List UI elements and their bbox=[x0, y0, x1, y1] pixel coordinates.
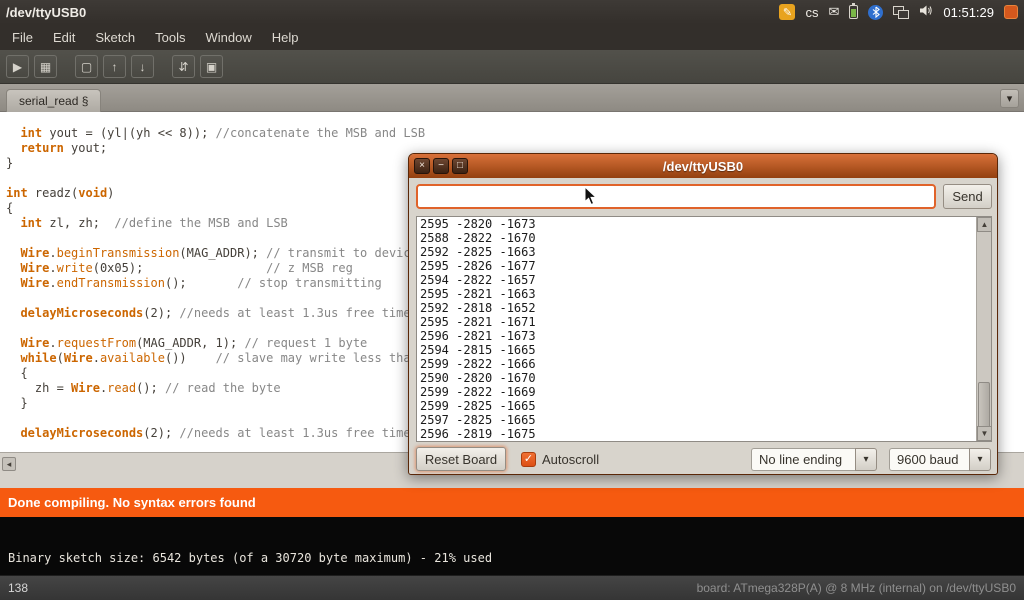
keyboard-layout-indicator[interactable]: cs bbox=[805, 5, 818, 20]
chevron-down-icon[interactable]: ▾ bbox=[855, 448, 877, 471]
menu-file[interactable]: File bbox=[2, 26, 43, 49]
console-text: Binary sketch size: 6542 bytes (of a 307… bbox=[8, 551, 492, 565]
line-ending-value[interactable]: No line ending bbox=[751, 448, 855, 471]
hscroll-left-button[interactable]: ◂ bbox=[2, 457, 16, 471]
build-console: Binary sketch size: 6542 bytes (of a 307… bbox=[0, 517, 1024, 575]
serial-output-line: 2599 -2822 -1669 bbox=[417, 385, 991, 399]
tab-label: serial_read § bbox=[19, 94, 88, 108]
screen: /dev/ttyUSB0 ✎ cs ✉ 01:51:29 FileEditSke… bbox=[0, 0, 1024, 600]
tab-bar: serial_read § ▾ bbox=[0, 84, 1024, 112]
send-button-label: Send bbox=[952, 189, 982, 204]
serial-output-line: 2599 -2822 -1666 bbox=[417, 357, 991, 371]
open-sketch-button[interactable]: ↑ bbox=[103, 55, 126, 78]
serial-output-line: 2588 -2822 -1670 bbox=[417, 231, 991, 245]
clock[interactable]: 01:51:29 bbox=[943, 5, 994, 20]
serial-output-line: 2595 -2820 -1673 bbox=[417, 217, 991, 231]
save-sketch-button[interactable]: ↓ bbox=[131, 55, 154, 78]
bluetooth-icon[interactable] bbox=[868, 5, 883, 20]
close-icon[interactable]: × bbox=[414, 158, 430, 174]
serial-monitor-window: × − □ /dev/ttyUSB0 Send 2595 -2820 -1673… bbox=[408, 153, 998, 475]
line-number-indicator: 138 bbox=[8, 581, 28, 595]
serial-output-line: 2592 -2825 -1663 bbox=[417, 245, 991, 259]
serial-output-line: 2599 -2825 -1665 bbox=[417, 399, 991, 413]
mail-icon[interactable]: ✉ bbox=[828, 4, 839, 20]
tab-menu-button[interactable]: ▾ bbox=[1000, 89, 1019, 108]
serial-output-line: 2595 -2826 -1677 bbox=[417, 259, 991, 273]
network-icon[interactable] bbox=[893, 6, 909, 19]
stop-button[interactable]: ▦ bbox=[34, 55, 57, 78]
serial-monitor-button[interactable]: ▣ bbox=[200, 55, 223, 78]
system-tray: ✎ cs ✉ 01:51:29 bbox=[779, 4, 1018, 20]
session-icon[interactable] bbox=[1004, 5, 1018, 19]
send-button[interactable]: Send bbox=[943, 184, 992, 209]
notes-icon[interactable]: ✎ bbox=[779, 4, 795, 20]
status-message: Done compiling. No syntax errors found bbox=[8, 495, 256, 510]
scrollbar-thumb[interactable] bbox=[978, 382, 990, 430]
menu-edit[interactable]: Edit bbox=[43, 26, 85, 49]
serial-output-line: 2595 -2821 -1663 bbox=[417, 287, 991, 301]
footer-bar: 138 board: ATmega328P(A) @ 8 MHz (intern… bbox=[0, 575, 1024, 600]
serial-monitor-titlebar[interactable]: × − □ /dev/ttyUSB0 bbox=[409, 154, 997, 178]
tab-menu-icon: ▾ bbox=[1007, 92, 1013, 105]
baud-rate-value[interactable]: 9600 baud bbox=[889, 448, 969, 471]
tab-serial-read[interactable]: serial_read § bbox=[6, 89, 101, 112]
maximize-icon[interactable]: □ bbox=[452, 158, 468, 174]
reset-board-button[interactable]: Reset Board bbox=[416, 447, 506, 471]
autoscroll-label: Autoscroll bbox=[542, 452, 599, 467]
new-sketch-button[interactable]: ▢ bbox=[75, 55, 98, 78]
autoscroll-control: ✓ Autoscroll bbox=[521, 447, 599, 471]
autoscroll-checkbox[interactable]: ✓ bbox=[521, 452, 536, 467]
status-bar: Done compiling. No syntax errors found bbox=[0, 488, 1024, 517]
upload-button[interactable]: ⇵ bbox=[172, 55, 195, 78]
serial-output-line: 2592 -2818 -1652 bbox=[417, 301, 991, 315]
board-info: board: ATmega328P(A) @ 8 MHz (internal) … bbox=[697, 581, 1016, 595]
chevron-down-icon[interactable]: ▾ bbox=[969, 448, 991, 471]
reset-board-label: Reset Board bbox=[425, 452, 497, 467]
serial-output-line: 2595 -2821 -1671 bbox=[417, 315, 991, 329]
baud-rate-select[interactable]: 9600 baud ▾ bbox=[889, 448, 991, 471]
active-window-title: /dev/ttyUSB0 bbox=[6, 5, 86, 20]
code-line: int yout = (yl|(yh << 8)); //concatenate… bbox=[6, 126, 1024, 141]
serial-output-line: 2597 -2825 -1665 bbox=[417, 413, 991, 427]
menu-bar: FileEditSketchToolsWindowHelp bbox=[0, 24, 1024, 50]
minimize-icon[interactable]: − bbox=[433, 158, 449, 174]
serial-monitor-title: /dev/ttyUSB0 bbox=[409, 159, 997, 174]
serial-output-line: 2594 -2822 -1657 bbox=[417, 273, 991, 287]
menu-help[interactable]: Help bbox=[262, 26, 309, 49]
serial-output-area[interactable]: 2595 -2820 -16732588 -2822 -16702592 -28… bbox=[416, 216, 992, 442]
volume-icon[interactable] bbox=[919, 4, 933, 20]
top-panel: /dev/ttyUSB0 ✎ cs ✉ 01:51:29 bbox=[0, 0, 1024, 24]
battery-icon[interactable] bbox=[849, 5, 858, 19]
line-ending-select[interactable]: No line ending ▾ bbox=[751, 448, 877, 471]
verify-button[interactable]: ▶ bbox=[6, 55, 29, 78]
serial-output-line: 2596 -2821 -1673 bbox=[417, 329, 991, 343]
serial-send-input[interactable] bbox=[416, 184, 936, 209]
scroll-down-icon[interactable]: ▼ bbox=[977, 426, 992, 441]
menu-tools[interactable]: Tools bbox=[145, 26, 195, 49]
serial-output-line: 2594 -2815 -1665 bbox=[417, 343, 991, 357]
serial-output-scrollbar[interactable]: ▲ ▼ bbox=[976, 217, 991, 441]
serial-output-line: 2596 -2819 -1675 bbox=[417, 427, 991, 441]
menu-sketch[interactable]: Sketch bbox=[85, 26, 145, 49]
scroll-up-icon[interactable]: ▲ bbox=[977, 217, 992, 232]
serial-output-line: 2590 -2820 -1670 bbox=[417, 371, 991, 385]
menu-window[interactable]: Window bbox=[195, 26, 261, 49]
toolbar: ▶▦ ▢↑↓ ⇵▣ bbox=[0, 50, 1024, 84]
